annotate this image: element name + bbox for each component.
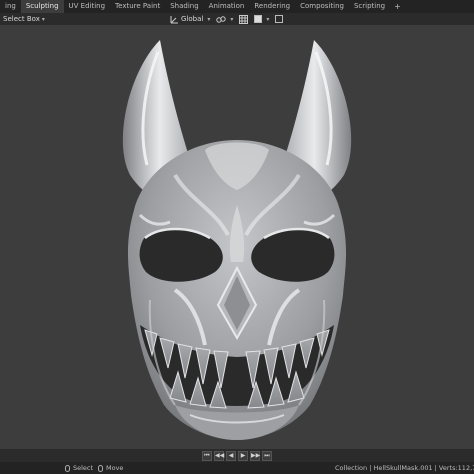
chevron-down-icon: ▾ (41, 16, 45, 23)
solid-shading-icon (254, 15, 263, 23)
status-bar: Select Move Collection | HellSkullMask.0… (0, 462, 474, 474)
overlay-toggle[interactable] (239, 14, 249, 24)
chevron-down-icon: ▾ (207, 15, 211, 23)
step-back-button[interactable]: ◀◀ (214, 450, 224, 461)
tab-compositing[interactable]: Compositing (295, 0, 349, 13)
jump-start-button[interactable]: ⏮ (202, 450, 212, 461)
scene-stats: Collection | HellSkullMask.001 | Verts:1… (335, 464, 474, 472)
playback-controls: ⏮ ◀◀ ◀ ▶ ▶▶ ⏭ (0, 449, 474, 462)
axes-icon (170, 15, 178, 23)
move-hint-label: Move (106, 464, 124, 472)
select-box-label: Select Box (3, 15, 40, 23)
select-box-dropdown[interactable]: Select Box ▾ (0, 15, 48, 23)
mouse-middle-icon (98, 464, 103, 472)
mouse-left-icon (65, 464, 70, 472)
tab-modeling[interactable]: ing (0, 0, 21, 13)
select-hint-label: Select (73, 464, 94, 472)
transform-orientation-dropdown[interactable]: Global ▾ (170, 15, 210, 24)
viewport-header: Select Box ▾ Global ▾ ▾ ▾ (0, 13, 474, 25)
play-button[interactable]: ▶ (238, 450, 248, 461)
move-hint: Move (98, 462, 123, 474)
play-reverse-button[interactable]: ◀ (226, 450, 236, 461)
chevron-down-icon: ▾ (230, 15, 234, 23)
orientation-label: Global (181, 15, 204, 23)
xray-toggle[interactable] (275, 15, 284, 23)
snapping-toggle[interactable]: ▾ (216, 15, 233, 24)
add-workspace-button[interactable]: + (390, 2, 405, 11)
chevron-down-icon: ▾ (266, 15, 270, 23)
link-icon (216, 15, 227, 23)
select-hint: Select (65, 462, 93, 474)
xray-icon (275, 15, 284, 23)
shading-toggle[interactable]: ▾ (254, 15, 269, 23)
grid-icon (239, 14, 249, 24)
tab-rendering[interactable]: Rendering (249, 0, 295, 13)
skull-mask-mesh[interactable] (0, 25, 474, 449)
tab-sculpting[interactable]: Sculpting (20, 0, 64, 13)
workspace-tabs-bar: ing Sculpting UV Editing Texture Paint S… (0, 0, 474, 13)
tab-animation[interactable]: Animation (204, 0, 250, 13)
jump-end-button[interactable]: ⏭ (262, 450, 272, 461)
tab-shading[interactable]: Shading (165, 0, 203, 13)
step-forward-button[interactable]: ▶▶ (250, 450, 260, 461)
tab-scripting[interactable]: Scripting (349, 0, 390, 13)
3d-viewport[interactable] (0, 25, 474, 449)
tab-texture-paint[interactable]: Texture Paint (110, 0, 165, 13)
tab-uv-editing[interactable]: UV Editing (64, 0, 111, 13)
